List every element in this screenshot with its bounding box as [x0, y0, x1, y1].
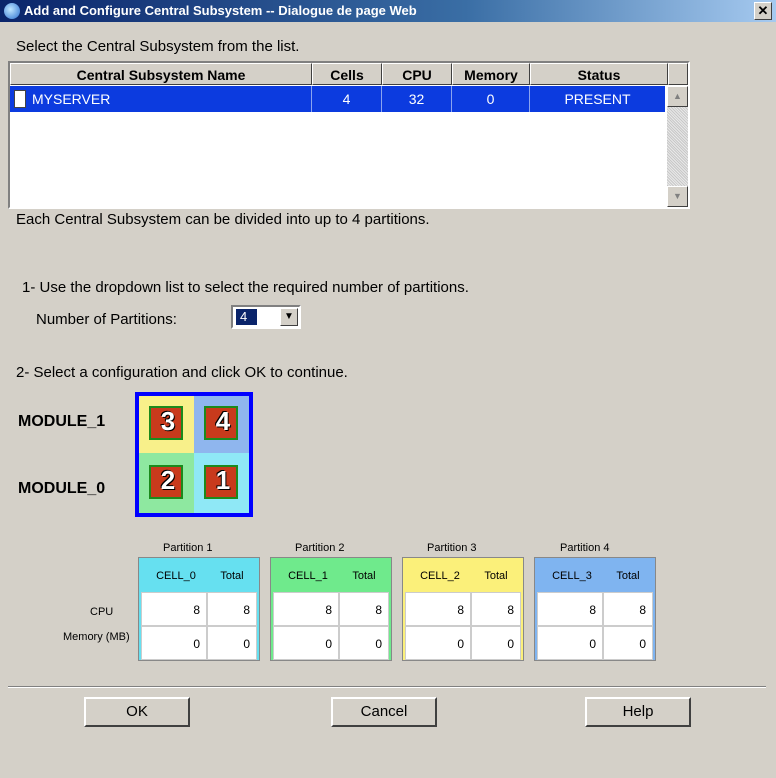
cell-name: CELL_1: [288, 570, 328, 582]
scroll-down-icon[interactable]: ▼: [667, 186, 688, 207]
cpu-total: 8: [603, 592, 653, 626]
cell-number: 4: [215, 406, 231, 436]
col-header-status[interactable]: Status: [530, 63, 668, 85]
row-memory: 0: [452, 86, 530, 112]
ok-button[interactable]: OK: [84, 697, 190, 727]
col-header-spacer: [668, 63, 688, 85]
cell-name: CELL_3: [552, 570, 592, 582]
ok-label: OK: [126, 703, 148, 720]
row-name-cell: MYSERVER: [10, 86, 312, 112]
memory-row-label: Memory (MB): [63, 631, 130, 643]
partition-table: CELL_1 Total 8 8 0 0: [270, 557, 392, 661]
row-status: PRESENT: [564, 91, 631, 107]
col-header-cells[interactable]: Cells: [312, 63, 382, 85]
server-icon: [14, 90, 26, 108]
cpu-chip-icon: 1: [204, 465, 238, 499]
row-cells: 4: [312, 86, 382, 112]
partitions-label: Number of Partitions:: [36, 311, 177, 328]
scroll-up-icon[interactable]: ▲: [667, 86, 688, 107]
close-icon[interactable]: ✕: [754, 2, 772, 20]
cpu-row-label: CPU: [90, 606, 114, 618]
module-1-label: MODULE_1: [18, 413, 106, 430]
memory-value: 0: [405, 626, 471, 660]
col-header-memory[interactable]: Memory: [452, 63, 530, 85]
cell-slot-2[interactable]: 2: [139, 453, 194, 513]
chevron-down-icon[interactable]: ▼: [280, 308, 298, 326]
cancel-button[interactable]: Cancel: [331, 697, 437, 727]
step-2-text: 2- Select a configuration and click OK t…: [16, 364, 348, 381]
cell-number: 3: [160, 406, 176, 436]
partition-title: Partition 3: [427, 542, 477, 554]
cpu-chip-icon: 2: [149, 465, 183, 499]
memory-value: 0: [141, 626, 207, 660]
subsystem-grid: Central Subsystem Name Cells CPU Memory …: [8, 61, 690, 209]
partitions-dropdown[interactable]: 4 ▼: [231, 305, 301, 329]
memory-total: 0: [471, 626, 521, 660]
cell-number: 1: [215, 465, 231, 495]
cpu-value: 8: [141, 592, 207, 626]
cell-slot-3[interactable]: 3: [139, 396, 194, 453]
intro-text: Select the Central Subsystem from the li…: [16, 38, 300, 55]
partition-table: CELL_0 Total 8 8 0 0: [138, 557, 260, 661]
table-row[interactable]: MYSERVER 4 32 0 PRESENT: [10, 86, 665, 112]
row-cpu: 32: [382, 86, 452, 112]
col-header-cpu[interactable]: CPU: [382, 63, 452, 85]
separator: [8, 686, 766, 688]
partition-title: Partition 1: [163, 542, 213, 554]
cell-number: 2: [160, 465, 176, 495]
memory-total: 0: [603, 626, 653, 660]
cpu-total: 8: [339, 592, 389, 626]
cpu-value: 8: [405, 592, 471, 626]
cancel-label: Cancel: [360, 703, 408, 720]
help-label: Help: [622, 703, 654, 720]
vertical-scrollbar[interactable]: ▲ ▼: [667, 86, 688, 207]
col-header-name[interactable]: Central Subsystem Name: [10, 63, 312, 85]
cpu-total: 8: [471, 592, 521, 626]
partition-table: CELL_3 Total 8 8 0 0: [534, 557, 656, 661]
cell-slot-4[interactable]: 4: [194, 396, 249, 453]
ie-icon: [4, 3, 20, 19]
partitions-value: 4: [236, 309, 258, 325]
cpu-value: 8: [273, 592, 339, 626]
module-configuration-diagram[interactable]: 3 4 2 1: [135, 392, 253, 517]
help-button[interactable]: Help: [585, 697, 691, 727]
memory-total: 0: [207, 626, 257, 660]
cell-slot-1[interactable]: 1: [194, 453, 249, 513]
total-label: Total: [616, 570, 640, 582]
window-title: Add and Configure Central Subsystem -- D…: [24, 3, 417, 18]
cell-name: CELL_0: [156, 570, 196, 582]
total-label: Total: [352, 570, 376, 582]
partition-title: Partition 4: [560, 542, 610, 554]
title-bar: Add and Configure Central Subsystem -- D…: [0, 0, 776, 22]
cpu-value: 8: [537, 592, 603, 626]
memory-value: 0: [273, 626, 339, 660]
memory-value: 0: [537, 626, 603, 660]
total-label: Total: [484, 570, 508, 582]
partition-title: Partition 2: [295, 542, 345, 554]
step-1-text: 1- Use the dropdown list to select the r…: [22, 279, 469, 296]
row-name: MYSERVER: [32, 91, 111, 107]
cell-name: CELL_2: [420, 570, 460, 582]
module-0-label: MODULE_0: [18, 480, 106, 497]
memory-total: 0: [339, 626, 389, 660]
cpu-chip-icon: 3: [149, 406, 183, 440]
total-label: Total: [220, 570, 244, 582]
cpu-total: 8: [207, 592, 257, 626]
cpu-chip-icon: 4: [204, 406, 238, 440]
divide-note: Each Central Subsystem can be divided in…: [16, 211, 430, 228]
partition-table: CELL_2 Total 8 8 0 0: [402, 557, 524, 661]
